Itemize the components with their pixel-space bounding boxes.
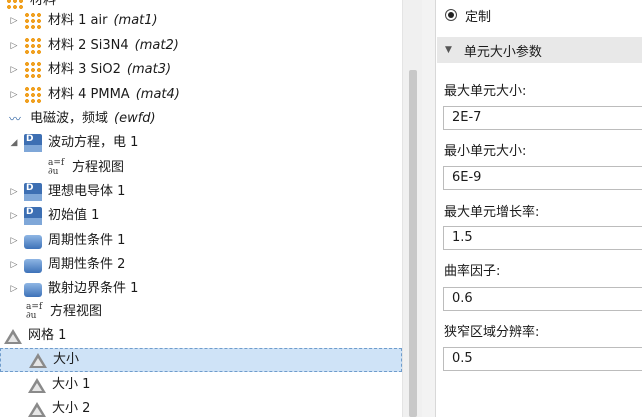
tree-item-mat1[interactable]: ▷ 材料 1 air (mat1)	[8, 9, 158, 33]
tree-item-eq-view[interactable]: a=f ∂u 方程视图	[26, 300, 102, 324]
expand-arrow-icon[interactable]: ▷	[8, 229, 20, 253]
model-tree: 材料 ▷ 材料 1 air (mat1) ▷ 材料 2 Si3N4 (mat2)…	[0, 0, 402, 417]
tree-item-label: 材料 1 air	[48, 13, 108, 28]
tree-item-label: 大小	[53, 352, 80, 367]
min-element-size-input[interactable]: 6E-9	[443, 166, 642, 190]
tree-item-size[interactable]: 大小	[0, 348, 402, 372]
tree-item-wave-equation[interactable]: ◢ 波动方程，电 1	[8, 131, 138, 155]
min-element-size-label: 最小单元大小:	[444, 144, 527, 159]
expand-arrow-icon[interactable]: ▷	[8, 180, 20, 204]
narrow-region-resolution-input[interactable]: 0.5	[443, 347, 642, 371]
tree-item-label: 散射边界条件 1	[48, 281, 139, 296]
curvature-factor-label: 曲率因子:	[444, 264, 501, 279]
tree-item-size-1[interactable]: 大小 1	[28, 373, 90, 397]
tree-item-periodic-2[interactable]: ▷ 周期性条件 2	[8, 253, 125, 277]
mesh-icon	[4, 328, 22, 344]
tree-item-scattering[interactable]: ▷ 散射边界条件 1	[8, 277, 138, 301]
material-icon	[24, 12, 42, 30]
pane-divider[interactable]	[422, 0, 436, 417]
radio-label: 定制	[465, 9, 492, 25]
tree-item-tag: (mat3)	[126, 62, 172, 77]
material-icon	[24, 61, 42, 79]
tree-item-periodic-1[interactable]: ▷ 周期性条件 1	[8, 229, 125, 253]
expand-arrow-icon[interactable]: ▷	[8, 204, 20, 228]
tree-item-mesh[interactable]: 网格 1	[4, 324, 66, 348]
tree-item-label: 网格 1	[28, 328, 67, 343]
max-element-size-label: 最大单元大小:	[444, 84, 527, 99]
collapse-arrow-icon[interactable]: ◢	[8, 131, 20, 155]
max-growth-rate-label: 最大单元增长率:	[444, 205, 540, 220]
tree-item-label: 波动方程，电 1	[48, 135, 139, 150]
boundary-icon	[24, 235, 42, 249]
tree-item-label: 理想电导体 1	[48, 184, 126, 199]
tree-item-label: 周期性条件 2	[48, 257, 126, 272]
tree-item-tag: (mat2)	[134, 38, 179, 53]
tree-item-tag: (mat1)	[113, 13, 158, 28]
boundary-icon	[24, 259, 42, 273]
tree-item-label: 方程视图	[72, 160, 125, 175]
equation-view-icon: a=f ∂u	[26, 302, 43, 321]
max-growth-rate-input[interactable]: 1.5	[443, 226, 642, 250]
custom-radio[interactable]: 定制	[445, 5, 491, 25]
domain-condition-icon	[24, 134, 42, 152]
collapse-caret-icon[interactable]: ▼	[445, 45, 452, 55]
tree-item-label: 电磁波，频域	[30, 111, 109, 126]
tree-item-label: 材料 3 SiO2	[48, 62, 121, 77]
tree-item-label: 初始值 1	[48, 208, 100, 223]
tree-item-label: 大小 1	[52, 377, 91, 392]
boundary-condition-icon	[24, 183, 42, 201]
tree-item-size-2[interactable]: 大小 2	[28, 397, 90, 417]
tree-item-mat4[interactable]: ▷ 材料 4 PMMA (mat4)	[8, 83, 180, 107]
size-icon	[28, 401, 46, 417]
section-title: 单元大小参数	[463, 44, 542, 60]
scrollbar-thumb[interactable]	[409, 70, 417, 417]
tree-item-mat3[interactable]: ▷ 材料 3 SiO2 (mat3)	[8, 58, 171, 82]
tree-item-label: 材料 4 PMMA	[48, 87, 130, 102]
tree-item-pec[interactable]: ▷ 理想电导体 1	[8, 180, 125, 204]
curvature-factor-input[interactable]: 0.6	[443, 287, 642, 311]
max-element-size-input[interactable]: 2E-7	[443, 106, 642, 130]
expand-arrow-icon[interactable]: ▷	[8, 253, 20, 277]
wave-physics-icon: 〰	[8, 112, 21, 126]
tree-item-label: 大小 2	[52, 401, 91, 416]
expand-arrow-icon[interactable]: ▷	[8, 83, 20, 107]
expand-arrow-icon[interactable]: ▷	[8, 58, 20, 82]
initial-values-icon	[24, 207, 42, 225]
material-icon	[24, 37, 42, 55]
tree-item-mat2[interactable]: ▷ 材料 2 Si3N4 (mat2)	[8, 34, 179, 58]
tree-item-wave-eq-view[interactable]: a=f ∂u 方程视图	[48, 156, 124, 180]
section-header-element-size[interactable]: ▼ 单元大小参数	[437, 37, 642, 63]
expand-arrow-icon[interactable]: ▷	[8, 9, 20, 33]
radio-selected-icon[interactable]	[445, 9, 457, 21]
tree-item-tag: (ewfd)	[114, 111, 156, 126]
expand-arrow-icon[interactable]: ▷	[8, 277, 20, 301]
settings-panel: 定制 ▼ 单元大小参数 最大单元大小: 2E-7 最小单元大小: 6E-9 最大…	[437, 0, 642, 417]
size-icon	[29, 352, 47, 368]
tree-scrollbar[interactable]	[402, 0, 422, 417]
size-icon	[28, 377, 46, 393]
tree-item-initial-values[interactable]: ▷ 初始值 1	[8, 204, 99, 228]
boundary-icon	[24, 283, 42, 297]
equation-view-icon: a=f ∂u	[48, 158, 65, 177]
narrow-region-resolution-label: 狭窄区域分辨率:	[444, 325, 540, 340]
tree-item-label: 周期性条件 1	[48, 233, 126, 248]
tree-item-physics[interactable]: 〰 电磁波，频域 (ewfd)	[6, 107, 156, 131]
expand-arrow-icon[interactable]: ▷	[8, 34, 20, 58]
tree-item-tag: (mat4)	[135, 87, 180, 102]
tree-item-label: 材料 2 Si3N4	[48, 38, 129, 53]
material-icon	[24, 86, 42, 104]
tree-item-label: 方程视图	[50, 304, 103, 319]
